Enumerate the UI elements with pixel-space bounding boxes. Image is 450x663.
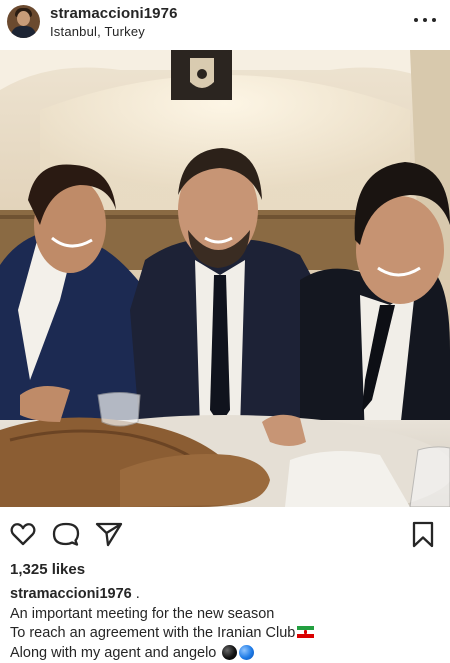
caption: stramaccioni1976 . An important meeting … <box>10 585 442 663</box>
avatar-face <box>17 11 30 26</box>
caption-line-1: An important meeting for the new season <box>10 605 275 622</box>
caption-owner-suffix: . <box>131 586 140 602</box>
post-header: stramaccioni1976 Istanbul, Turkey <box>0 0 450 50</box>
avatar-suit <box>11 26 36 38</box>
caption-owner[interactable]: stramaccioni1976 <box>10 586 132 602</box>
heart-icon[interactable] <box>8 519 38 549</box>
caption-line-2: To reach an agreement with the Iranian C… <box>10 624 442 644</box>
caption-line-3-text: Along with my agent and angelo <box>10 644 217 661</box>
black-circle-icon <box>222 644 238 660</box>
dot <box>423 18 427 22</box>
dot <box>432 18 436 22</box>
post-photo[interactable] <box>0 50 450 507</box>
post-photo-illustration <box>0 50 450 507</box>
iran-flag-icon <box>297 626 315 638</box>
likes-count[interactable]: 1,325 likes <box>10 561 85 579</box>
bookmark-icon[interactable] <box>408 519 438 549</box>
send-icon[interactable] <box>94 519 124 549</box>
caption-line-3: Along with my agent and angelo <box>10 644 442 663</box>
caption-line-2-text: To reach an agreement with the Iranian C… <box>10 625 296 641</box>
more-options-icon[interactable] <box>414 13 436 27</box>
caption-owner-line: stramaccioni1976 . <box>10 585 442 605</box>
post-username[interactable]: stramaccioni1976 <box>50 5 178 23</box>
dot <box>414 18 418 22</box>
user-block: stramaccioni1976 Istanbul, Turkey <box>50 5 178 40</box>
action-bar <box>0 507 450 559</box>
avatar[interactable] <box>7 5 40 38</box>
post-location[interactable]: Istanbul, Turkey <box>50 23 178 40</box>
comment-icon[interactable] <box>51 519 81 549</box>
blue-circle-icon <box>239 644 255 660</box>
